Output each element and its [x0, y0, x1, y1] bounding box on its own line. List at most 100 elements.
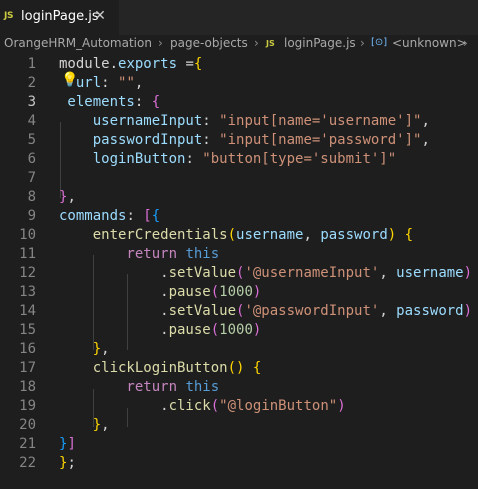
code-line[interactable]: 13 .pause(1000): [0, 283, 478, 302]
code-token: return: [59, 379, 178, 395]
breadcrumb-item-file[interactable]: loginPage.js: [284, 36, 356, 50]
code-token: {: [193, 56, 203, 72]
code-token: }: [59, 341, 102, 357]
code-token: clickLoginButton: [59, 360, 228, 376]
code-text: elements: {: [59, 93, 160, 112]
code-token: passwordInput: [59, 132, 203, 148]
code-line[interactable]: 14 .setValue('@passwordInput', password): [0, 302, 478, 321]
code-text: commands: [{: [59, 207, 160, 226]
chevron-right-icon: ›: [463, 36, 468, 50]
js-file-icon: JS: [4, 11, 14, 21]
code-token: setValue: [168, 265, 237, 281]
code-line[interactable]: 11 return this: [0, 245, 478, 264]
code-token: (: [210, 398, 220, 414]
code-token: {: [252, 360, 262, 376]
code-token: "input[name='password']": [219, 132, 422, 148]
code-token: usernameInput: [59, 113, 203, 129]
code-token: ]: [67, 436, 76, 452]
code-token: "input[name='username']": [219, 113, 422, 129]
code-line[interactable]: 8},: [0, 188, 478, 207]
code-token: enterCredentials: [59, 227, 228, 243]
code-line[interactable]: 4 usernameInput: "input[name='username']…: [0, 112, 478, 131]
code-line[interactable]: 15 .pause(1000): [0, 321, 478, 340]
code-line[interactable]: 3 elements: {: [0, 93, 478, 112]
line-number: 2: [27, 75, 36, 91]
code-text: .setValue('@usernameInput', username): [59, 264, 472, 283]
breadcrumb-item-symbol[interactable]: <unknown>: [392, 36, 467, 50]
code-line[interactable]: 9 commands: [{: [0, 207, 478, 226]
code-line[interactable]: 10 enterCredentials(username, password) …: [0, 226, 478, 245]
code-line[interactable]: 16 },: [0, 340, 478, 359]
code-token: :: [202, 132, 220, 148]
code-token: '@passwordInput': [244, 303, 380, 319]
code-line[interactable]: 12 .setValue('@usernameInput', username): [0, 264, 478, 283]
js-file-icon: JS: [266, 39, 275, 48]
code-token: ): [463, 303, 473, 319]
code-line[interactable]: 19 .click("@loginButton"): [0, 397, 478, 416]
line-number: 21: [19, 436, 36, 452]
lightbulb-icon[interactable]: 💡: [61, 73, 78, 87]
code-token: '@usernameInput': [244, 265, 380, 281]
code-token: :: [134, 94, 152, 110]
code-token: ,: [421, 132, 430, 148]
code-token: (): [227, 360, 245, 376]
code-token: ,: [379, 303, 397, 319]
code-token: (: [227, 227, 237, 243]
code-line[interactable]: 20 },: [0, 416, 478, 435]
tab-title: loginPage.js: [21, 9, 99, 24]
line-number: 10: [19, 227, 36, 243]
tab-loginpage[interactable]: JS loginPage.js ✕: [0, 0, 119, 35]
chevron-right-icon: ›: [360, 36, 365, 50]
code-text: .pause(1000): [59, 283, 261, 302]
code-token: "button[type='submit']": [202, 151, 397, 167]
code-token: password: [320, 227, 388, 243]
code-token: .: [109, 56, 119, 72]
code-token: ,: [421, 113, 430, 129]
code-line[interactable]: 21}]: [0, 435, 478, 454]
code-text: .click("@loginButton"): [59, 397, 346, 416]
code-token: 1000: [219, 284, 253, 300]
code-token: :: [202, 113, 220, 129]
code-token: .: [59, 265, 169, 281]
code-text: return this: [59, 245, 219, 264]
code-token: .: [59, 398, 169, 414]
code-token: ,: [134, 75, 144, 91]
code-line[interactable]: 7: [0, 169, 478, 188]
line-number: 13: [19, 284, 36, 300]
code-text: clickLoginButton() {: [59, 359, 262, 378]
chevron-right-icon: ›: [254, 36, 259, 50]
code-text: },: [59, 416, 110, 435]
code-editor[interactable]: 1 module.exports ={2 url: "", 3 elements: …: [0, 55, 478, 489]
breadcrumb-item-project[interactable]: OrangeHRM_Automation: [4, 36, 152, 50]
line-number: 14: [19, 303, 36, 319]
code-text: return this: [59, 378, 219, 397]
code-line[interactable]: 22};: [0, 454, 478, 473]
code-token: ): [337, 398, 346, 414]
code-token: pause: [168, 284, 211, 300]
code-token: (: [210, 284, 220, 300]
line-number: 18: [19, 379, 36, 395]
code-line[interactable]: 18 return this: [0, 378, 478, 397]
code-token: {: [151, 94, 161, 110]
code-line[interactable]: 6 loginButton: "button[type='submit']": [0, 150, 478, 169]
code-token: module: [59, 56, 110, 72]
code-token: =: [177, 56, 194, 72]
code-token: .: [59, 284, 169, 300]
code-token: }: [59, 417, 102, 433]
code-line[interactable]: 5 passwordInput: "input[name='password']…: [0, 131, 478, 150]
code-token: username: [396, 265, 464, 281]
code-token: this: [185, 246, 220, 262]
code-token: elements: [59, 94, 135, 110]
code-token: ,: [101, 341, 110, 357]
code-token: "": [118, 75, 135, 91]
close-icon[interactable]: ✕: [92, 7, 108, 25]
line-number: 6: [27, 151, 36, 167]
breadcrumb-item-folder[interactable]: page-objects: [170, 36, 248, 50]
code-token: pause: [168, 322, 211, 338]
code-line[interactable]: 17 clickLoginButton() {: [0, 359, 478, 378]
code-token: "@loginButton": [219, 398, 338, 414]
code-text: usernameInput: "input[name='username']",: [59, 112, 430, 131]
code-text: };: [59, 454, 76, 473]
